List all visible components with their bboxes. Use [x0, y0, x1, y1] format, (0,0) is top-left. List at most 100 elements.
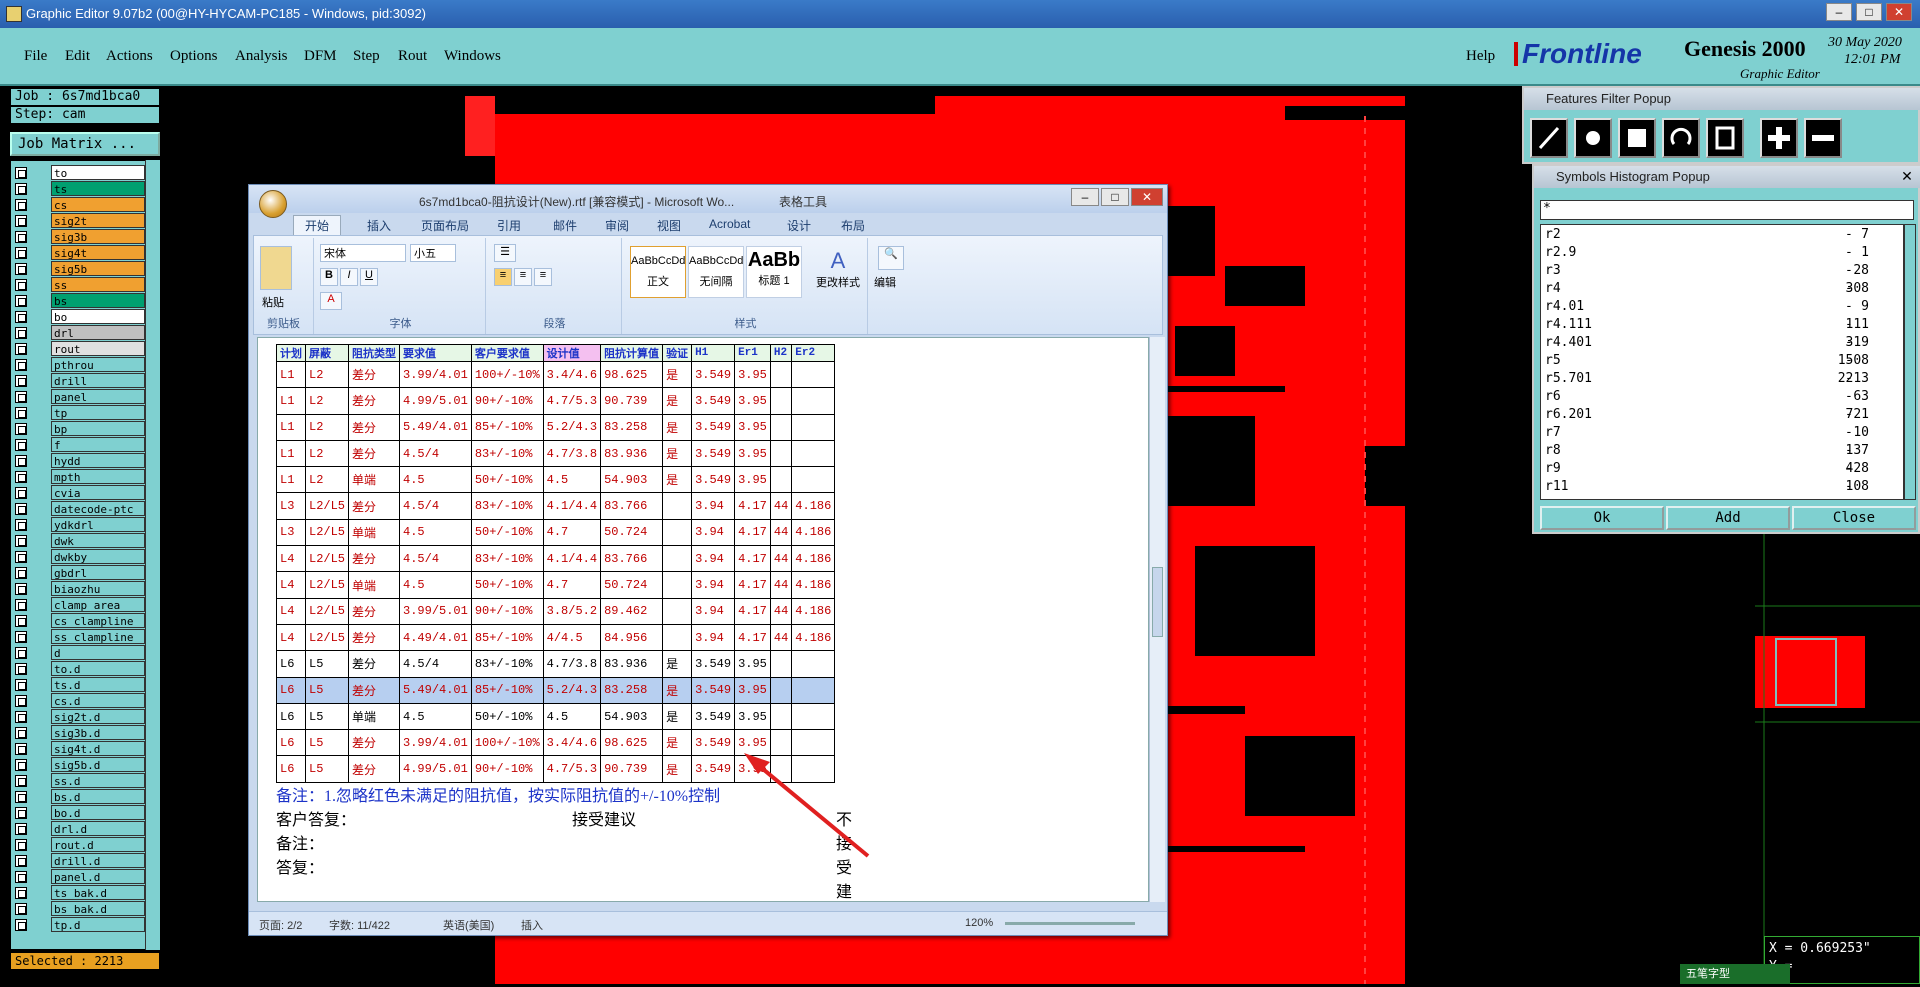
- layer-row[interactable]: ts: [15, 181, 145, 197]
- layer-row[interactable]: cs: [15, 197, 145, 213]
- tab-mailings[interactable]: 邮件: [553, 217, 577, 234]
- layer-row[interactable]: ss: [15, 277, 145, 293]
- layer-row[interactable]: clamp_area: [15, 597, 145, 613]
- symbol-row[interactable]: r2.9 -1: [1545, 245, 1899, 263]
- layer-name[interactable]: clamp_area: [51, 597, 145, 612]
- layer-checkbox[interactable]: [15, 791, 27, 803]
- layer-row[interactable]: cvia: [15, 485, 145, 501]
- layer-row[interactable]: to.d: [15, 661, 145, 677]
- symbol-row[interactable]: r2 -7: [1545, 227, 1899, 245]
- layer-name[interactable]: sig2t.d: [51, 709, 145, 724]
- close-button[interactable]: ✕: [1886, 3, 1912, 21]
- layer-row[interactable]: sig2t.d: [15, 709, 145, 725]
- layer-checkbox[interactable]: [15, 599, 27, 611]
- font-color-button[interactable]: A: [320, 292, 342, 310]
- symbol-row[interactable]: r6 -63: [1545, 389, 1899, 407]
- layer-checkbox[interactable]: [15, 583, 27, 595]
- layer-checkbox[interactable]: [15, 535, 27, 547]
- layer-name[interactable]: drl.d: [51, 821, 145, 836]
- layer-row[interactable]: panel.d: [15, 869, 145, 885]
- layer-name[interactable]: dwk: [51, 533, 145, 548]
- layer-checkbox[interactable]: [15, 167, 27, 179]
- layer-checkbox[interactable]: [15, 743, 27, 755]
- layer-list-scrollbar[interactable]: [145, 160, 160, 950]
- symbol-filter-input[interactable]: *: [1540, 200, 1914, 220]
- layer-checkbox[interactable]: [15, 615, 27, 627]
- layer-row[interactable]: f: [15, 437, 145, 453]
- layer-checkbox[interactable]: [15, 919, 27, 931]
- layer-name[interactable]: sig5b.d: [51, 757, 145, 772]
- close-popup-button[interactable]: Close: [1792, 506, 1916, 530]
- layer-checkbox[interactable]: [15, 695, 27, 707]
- positive-filter-icon[interactable]: [1760, 118, 1798, 158]
- layer-checkbox[interactable]: [15, 199, 27, 211]
- symbol-list[interactable]: r2-7 r2.9-1 r3-28 r4-308 r4.01-9 r4.111-111 r4…: [1540, 224, 1904, 500]
- layer-row[interactable]: bo.d: [15, 805, 145, 821]
- layer-name[interactable]: sig4t: [51, 245, 145, 260]
- layer-row[interactable]: dwkby: [15, 549, 145, 565]
- layer-checkbox[interactable]: [15, 231, 27, 243]
- pad-filter-icon[interactable]: [1574, 118, 1612, 158]
- symbol-row[interactable]: r8-137: [1545, 443, 1899, 461]
- word-window[interactable]: 6s7md1bca0-阻抗设计(New).rtf [兼容模式] - Micros…: [248, 184, 1168, 936]
- layer-row[interactable]: sig4t: [15, 245, 145, 261]
- layer-checkbox[interactable]: [15, 359, 27, 371]
- maximize-button[interactable]: □: [1856, 3, 1882, 21]
- layer-name[interactable]: biaozhu: [51, 581, 145, 596]
- layer-row[interactable]: bs.d: [15, 789, 145, 805]
- layer-name[interactable]: ss_clampline: [51, 629, 145, 644]
- layer-row[interactable]: to: [15, 165, 145, 181]
- menu-analysis[interactable]: Analysis: [235, 48, 288, 65]
- layer-row[interactable]: sig5b: [15, 261, 145, 277]
- layer-name[interactable]: sig3b: [51, 229, 145, 244]
- layer-name[interactable]: ss.d: [51, 773, 145, 788]
- layer-row[interactable]: mpth: [15, 469, 145, 485]
- job-matrix-button[interactable]: Job Matrix ...: [10, 132, 160, 156]
- symbol-row[interactable]: r3 -28: [1545, 263, 1899, 281]
- menu-edit[interactable]: Edit: [65, 48, 90, 65]
- layer-checkbox[interactable]: [15, 263, 27, 275]
- menu-step[interactable]: Step: [353, 48, 380, 65]
- layer-row[interactable]: bs_bak.d: [15, 901, 145, 917]
- layer-row[interactable]: tp.d: [15, 917, 145, 933]
- layer-name[interactable]: drill.d: [51, 853, 145, 868]
- language[interactable]: 英语(美国): [443, 917, 494, 933]
- layer-row[interactable]: sig5b.d: [15, 757, 145, 773]
- symbol-row[interactable]: r5-1508: [1545, 353, 1899, 371]
- paste-icon[interactable]: [260, 246, 292, 290]
- layer-name[interactable]: bo: [51, 309, 145, 324]
- layer-row[interactable]: bp: [15, 421, 145, 437]
- layer-row[interactable]: rout.d: [15, 837, 145, 853]
- add-button[interactable]: Add: [1666, 506, 1790, 530]
- layer-row[interactable]: rout: [15, 341, 145, 357]
- layer-checkbox[interactable]: [15, 807, 27, 819]
- layer-checkbox[interactable]: [15, 311, 27, 323]
- zoom-slider[interactable]: [1005, 922, 1135, 925]
- layer-checkbox[interactable]: [15, 567, 27, 579]
- layer-row[interactable]: panel: [15, 389, 145, 405]
- style-normal[interactable]: AaBbCcDd 正文: [630, 246, 686, 298]
- layer-checkbox[interactable]: [15, 711, 27, 723]
- layer-name[interactable]: panel.d: [51, 869, 145, 884]
- tab-page-layout[interactable]: 页面布局: [421, 217, 469, 234]
- menu-options[interactable]: Options: [170, 48, 218, 65]
- menu-dfm[interactable]: DFM: [304, 48, 337, 65]
- layer-checkbox[interactable]: [15, 759, 27, 771]
- surface-filter-icon[interactable]: [1618, 118, 1656, 158]
- layer-checkbox[interactable]: [15, 391, 27, 403]
- layer-row[interactable]: cs_clampline: [15, 613, 145, 629]
- layer-name[interactable]: pthrou: [51, 357, 145, 372]
- word-maximize-button[interactable]: □: [1101, 188, 1129, 206]
- font-size-select[interactable]: 小五: [410, 244, 456, 262]
- menu-windows[interactable]: Windows: [444, 48, 501, 65]
- document-page[interactable]: 计划 屏蔽 阻抗类型 要求值 客户要求值 设计值 阻抗计算值 验证 H1 Er1…: [257, 337, 1149, 902]
- layer-checkbox[interactable]: [15, 487, 27, 499]
- tab-review[interactable]: 审阅: [605, 217, 629, 234]
- word-close-button[interactable]: ✕: [1131, 188, 1163, 206]
- layer-name[interactable]: bo.d: [51, 805, 145, 820]
- style-no-spacing[interactable]: AaBbCcDd 无间隔: [688, 246, 744, 298]
- layer-checkbox[interactable]: [15, 215, 27, 227]
- symbol-row[interactable]: r4.111-111: [1545, 317, 1899, 335]
- insert-mode[interactable]: 插入: [521, 917, 543, 933]
- menu-rout[interactable]: Rout: [398, 48, 427, 65]
